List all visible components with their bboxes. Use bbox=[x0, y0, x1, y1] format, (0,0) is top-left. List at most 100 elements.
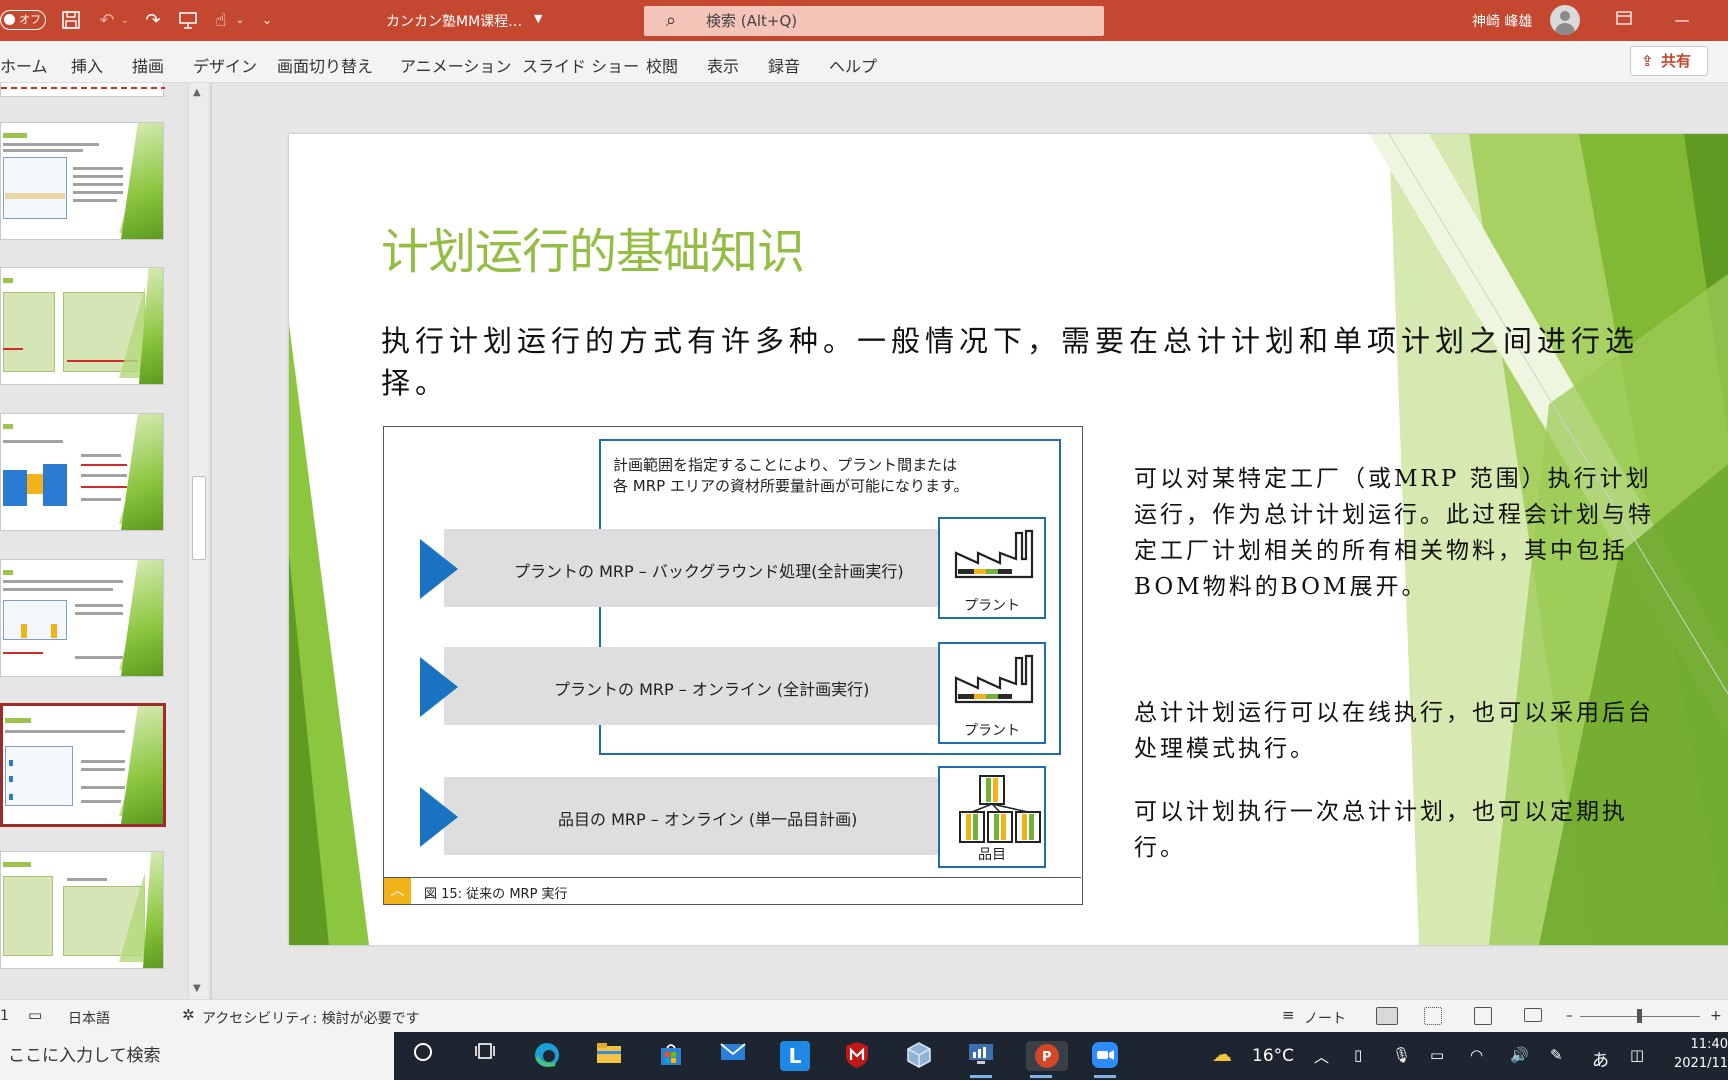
slide-canvas[interactable]: 计划运行的基础知识 执行计划运行的方式有许多种。一般情况下，需要在总计计划和单项… bbox=[289, 134, 1728, 945]
slide-thumbnail[interactable] bbox=[0, 559, 164, 677]
reading-view-icon[interactable] bbox=[1474, 1007, 1492, 1025]
tab-transitions[interactable]: 画面切り替え bbox=[277, 53, 373, 77]
slide-thumbnail-selected[interactable] bbox=[0, 703, 166, 827]
slide-number[interactable]: 1 bbox=[0, 1008, 9, 1024]
share-button[interactable]: ⇪ 共有 bbox=[1630, 46, 1708, 76]
ime-indicator[interactable]: あ bbox=[1592, 1046, 1609, 1071]
plant-caption: プラント bbox=[964, 723, 1020, 739]
store-icon[interactable] bbox=[656, 1041, 686, 1071]
weather-icon[interactable]: ☁ bbox=[1212, 1042, 1232, 1066]
slide-thumbnail[interactable] bbox=[0, 413, 164, 531]
status-bar: 1 ▭ 日本語 ✲ アクセシビリティ: 検討が必要です ≡ ノート – + bbox=[0, 999, 1728, 1032]
factory-icon bbox=[954, 529, 1034, 579]
spellcheck-icon[interactable]: ▭ bbox=[28, 1006, 42, 1024]
chevron-down-icon[interactable]: ▼ bbox=[534, 12, 542, 25]
tab-animations[interactable]: アニメーション bbox=[400, 53, 511, 77]
slide-paragraph[interactable]: 总计计划运行可以在线执行，也可以采用后台处理模式执行。 bbox=[1134, 695, 1654, 767]
battery-icon[interactable]: ▭ bbox=[1430, 1046, 1444, 1064]
tab-record[interactable]: 録音 bbox=[768, 53, 800, 77]
zoom-in-button[interactable]: + bbox=[1710, 1008, 1722, 1024]
microphone-icon[interactable]: 🎙 bbox=[1392, 1046, 1411, 1064]
autosave-toggle[interactable]: オフ bbox=[0, 10, 46, 30]
factory-icon bbox=[954, 654, 1034, 704]
ribbon-display-icon[interactable] bbox=[1610, 8, 1638, 32]
windows-search-input[interactable]: ここに入力して検索 bbox=[0, 1032, 394, 1080]
present-icon[interactable] bbox=[175, 8, 201, 32]
launcher-l-icon[interactable]: L bbox=[780, 1041, 810, 1071]
powerpoint-icon[interactable]: P bbox=[1026, 1041, 1068, 1078]
title-bar: オフ ↶ ⌄ ↷ ☝ ⌄ ⌄ カンカン塾MM课程… ▼ ⌕ 検索 (Alt+Q)… bbox=[0, 0, 1728, 41]
notes-icon[interactable]: ≡ bbox=[1282, 1006, 1295, 1024]
zoom-icon[interactable] bbox=[1090, 1041, 1120, 1078]
undo-dropdown-icon[interactable]: ⌄ bbox=[120, 8, 130, 32]
pen-icon[interactable]: ✎ bbox=[1550, 1046, 1563, 1064]
scroll-up-icon[interactable]: ▲ bbox=[193, 87, 201, 98]
zoom-slider-knob[interactable] bbox=[1637, 1009, 1642, 1023]
note-line-1: 計画範囲を指定することにより、プラント間または bbox=[613, 456, 958, 474]
slide-title[interactable]: 计划运行的基础知识 bbox=[381, 212, 805, 282]
document-title[interactable]: カンカン塾MM课程… bbox=[386, 11, 522, 31]
tab-home[interactable]: ホーム bbox=[0, 53, 48, 77]
play-arrow-icon bbox=[420, 539, 458, 599]
accessibility-status[interactable]: アクセシビリティ: 検討が必要です bbox=[202, 1008, 420, 1028]
scroll-down-icon[interactable]: ▼ bbox=[193, 983, 201, 994]
slide-thumbnail[interactable] bbox=[0, 122, 164, 240]
cortana-icon[interactable] bbox=[408, 1041, 438, 1071]
slideshow-view-icon[interactable] bbox=[1524, 1008, 1542, 1022]
search-input[interactable]: ⌕ 検索 (Alt+Q) bbox=[644, 6, 1104, 36]
clock[interactable]: 11:40 2021/11 bbox=[1674, 1037, 1728, 1071]
scrollbar-thumb[interactable] bbox=[192, 476, 206, 560]
mrp-diagram[interactable]: 計画範囲を指定することにより、プラント間または 各 MRP エリアの資材所要量計… bbox=[383, 426, 1083, 905]
normal-view-icon[interactable] bbox=[1376, 1007, 1398, 1025]
slide-paragraph[interactable]: 可以对某特定工厂（或MRP 范围）执行计划运行，作为总计计划运行。此过程会计划与… bbox=[1134, 461, 1654, 605]
slide-thumbnail-partial[interactable] bbox=[0, 83, 165, 97]
slide-sorter-icon[interactable] bbox=[1424, 1007, 1442, 1025]
task-view-icon[interactable] bbox=[470, 1041, 500, 1071]
customize-qat-icon[interactable]: ⌄ bbox=[258, 8, 276, 32]
mcafee-icon[interactable] bbox=[842, 1041, 872, 1071]
plant-caption: プラント bbox=[964, 598, 1020, 614]
virtualbox-icon[interactable] bbox=[904, 1041, 934, 1071]
volume-icon[interactable]: 🔊 bbox=[1510, 1046, 1529, 1064]
thumbnail-scrollbar[interactable]: ▲ ▼ bbox=[188, 83, 208, 999]
slide-paragraph[interactable]: 可以计划执行一次总计计划，也可以定期执行。 bbox=[1134, 794, 1654, 866]
avatar[interactable] bbox=[1550, 5, 1580, 35]
redo-icon[interactable]: ↷ bbox=[140, 8, 166, 32]
search-icon: ⌕ bbox=[666, 10, 677, 31]
weather-temp[interactable]: 16°C bbox=[1252, 1046, 1294, 1066]
tab-help[interactable]: ヘルプ bbox=[829, 53, 877, 77]
tab-insert[interactable]: 挿入 bbox=[71, 53, 103, 77]
tab-review[interactable]: 校閲 bbox=[646, 53, 678, 77]
meet-now-icon[interactable]: ▯ bbox=[1354, 1046, 1362, 1064]
mrp-row-label: プラントの MRP – オンライン (全計画実行) bbox=[554, 680, 870, 699]
tab-view[interactable]: 表示 bbox=[707, 53, 739, 77]
accessibility-icon[interactable]: ✲ bbox=[182, 1006, 195, 1024]
monitor-app-icon[interactable] bbox=[966, 1041, 996, 1078]
share-label: 共有 bbox=[1661, 52, 1692, 70]
chevron-up-icon[interactable]: ︿ bbox=[1314, 1046, 1329, 1067]
save-icon[interactable] bbox=[58, 8, 84, 32]
clock-date: 2021/11 bbox=[1674, 1056, 1728, 1071]
zoom-out-button[interactable]: – bbox=[1566, 1008, 1573, 1024]
tab-draw[interactable]: 描画 bbox=[132, 53, 164, 77]
mail-icon[interactable] bbox=[718, 1041, 748, 1071]
notes-button[interactable]: ノート bbox=[1304, 1008, 1346, 1028]
language-indicator[interactable]: 日本語 bbox=[68, 1008, 110, 1028]
slide-thumbnail[interactable] bbox=[0, 267, 164, 385]
touch-dropdown-icon[interactable]: ⌄ bbox=[234, 8, 246, 32]
tab-slideshow[interactable]: スライド ショー bbox=[522, 53, 639, 77]
touch-icon[interactable]: ☝ bbox=[208, 8, 234, 32]
clock-time: 11:40 bbox=[1690, 1037, 1728, 1052]
wifi-icon[interactable]: ◠ bbox=[1470, 1046, 1483, 1064]
pane-divider[interactable] bbox=[210, 83, 212, 999]
user-name[interactable]: 神崎 峰雄 bbox=[1472, 11, 1532, 31]
undo-icon[interactable]: ↶ bbox=[94, 8, 120, 32]
slide-thumbnail[interactable] bbox=[0, 851, 164, 969]
edge-icon[interactable] bbox=[532, 1041, 562, 1071]
tab-design[interactable]: デザイン bbox=[193, 53, 257, 77]
minimize-icon[interactable]: — bbox=[1668, 8, 1696, 32]
notification-icon[interactable]: ◫ bbox=[1630, 1046, 1644, 1064]
explorer-icon[interactable] bbox=[594, 1041, 624, 1071]
slide-lead-text[interactable]: 执行计划运行的方式有许多种。一般情况下，需要在总计计划和单项计划之间进行选择。 bbox=[381, 320, 1701, 404]
play-arrow-icon bbox=[420, 787, 458, 847]
